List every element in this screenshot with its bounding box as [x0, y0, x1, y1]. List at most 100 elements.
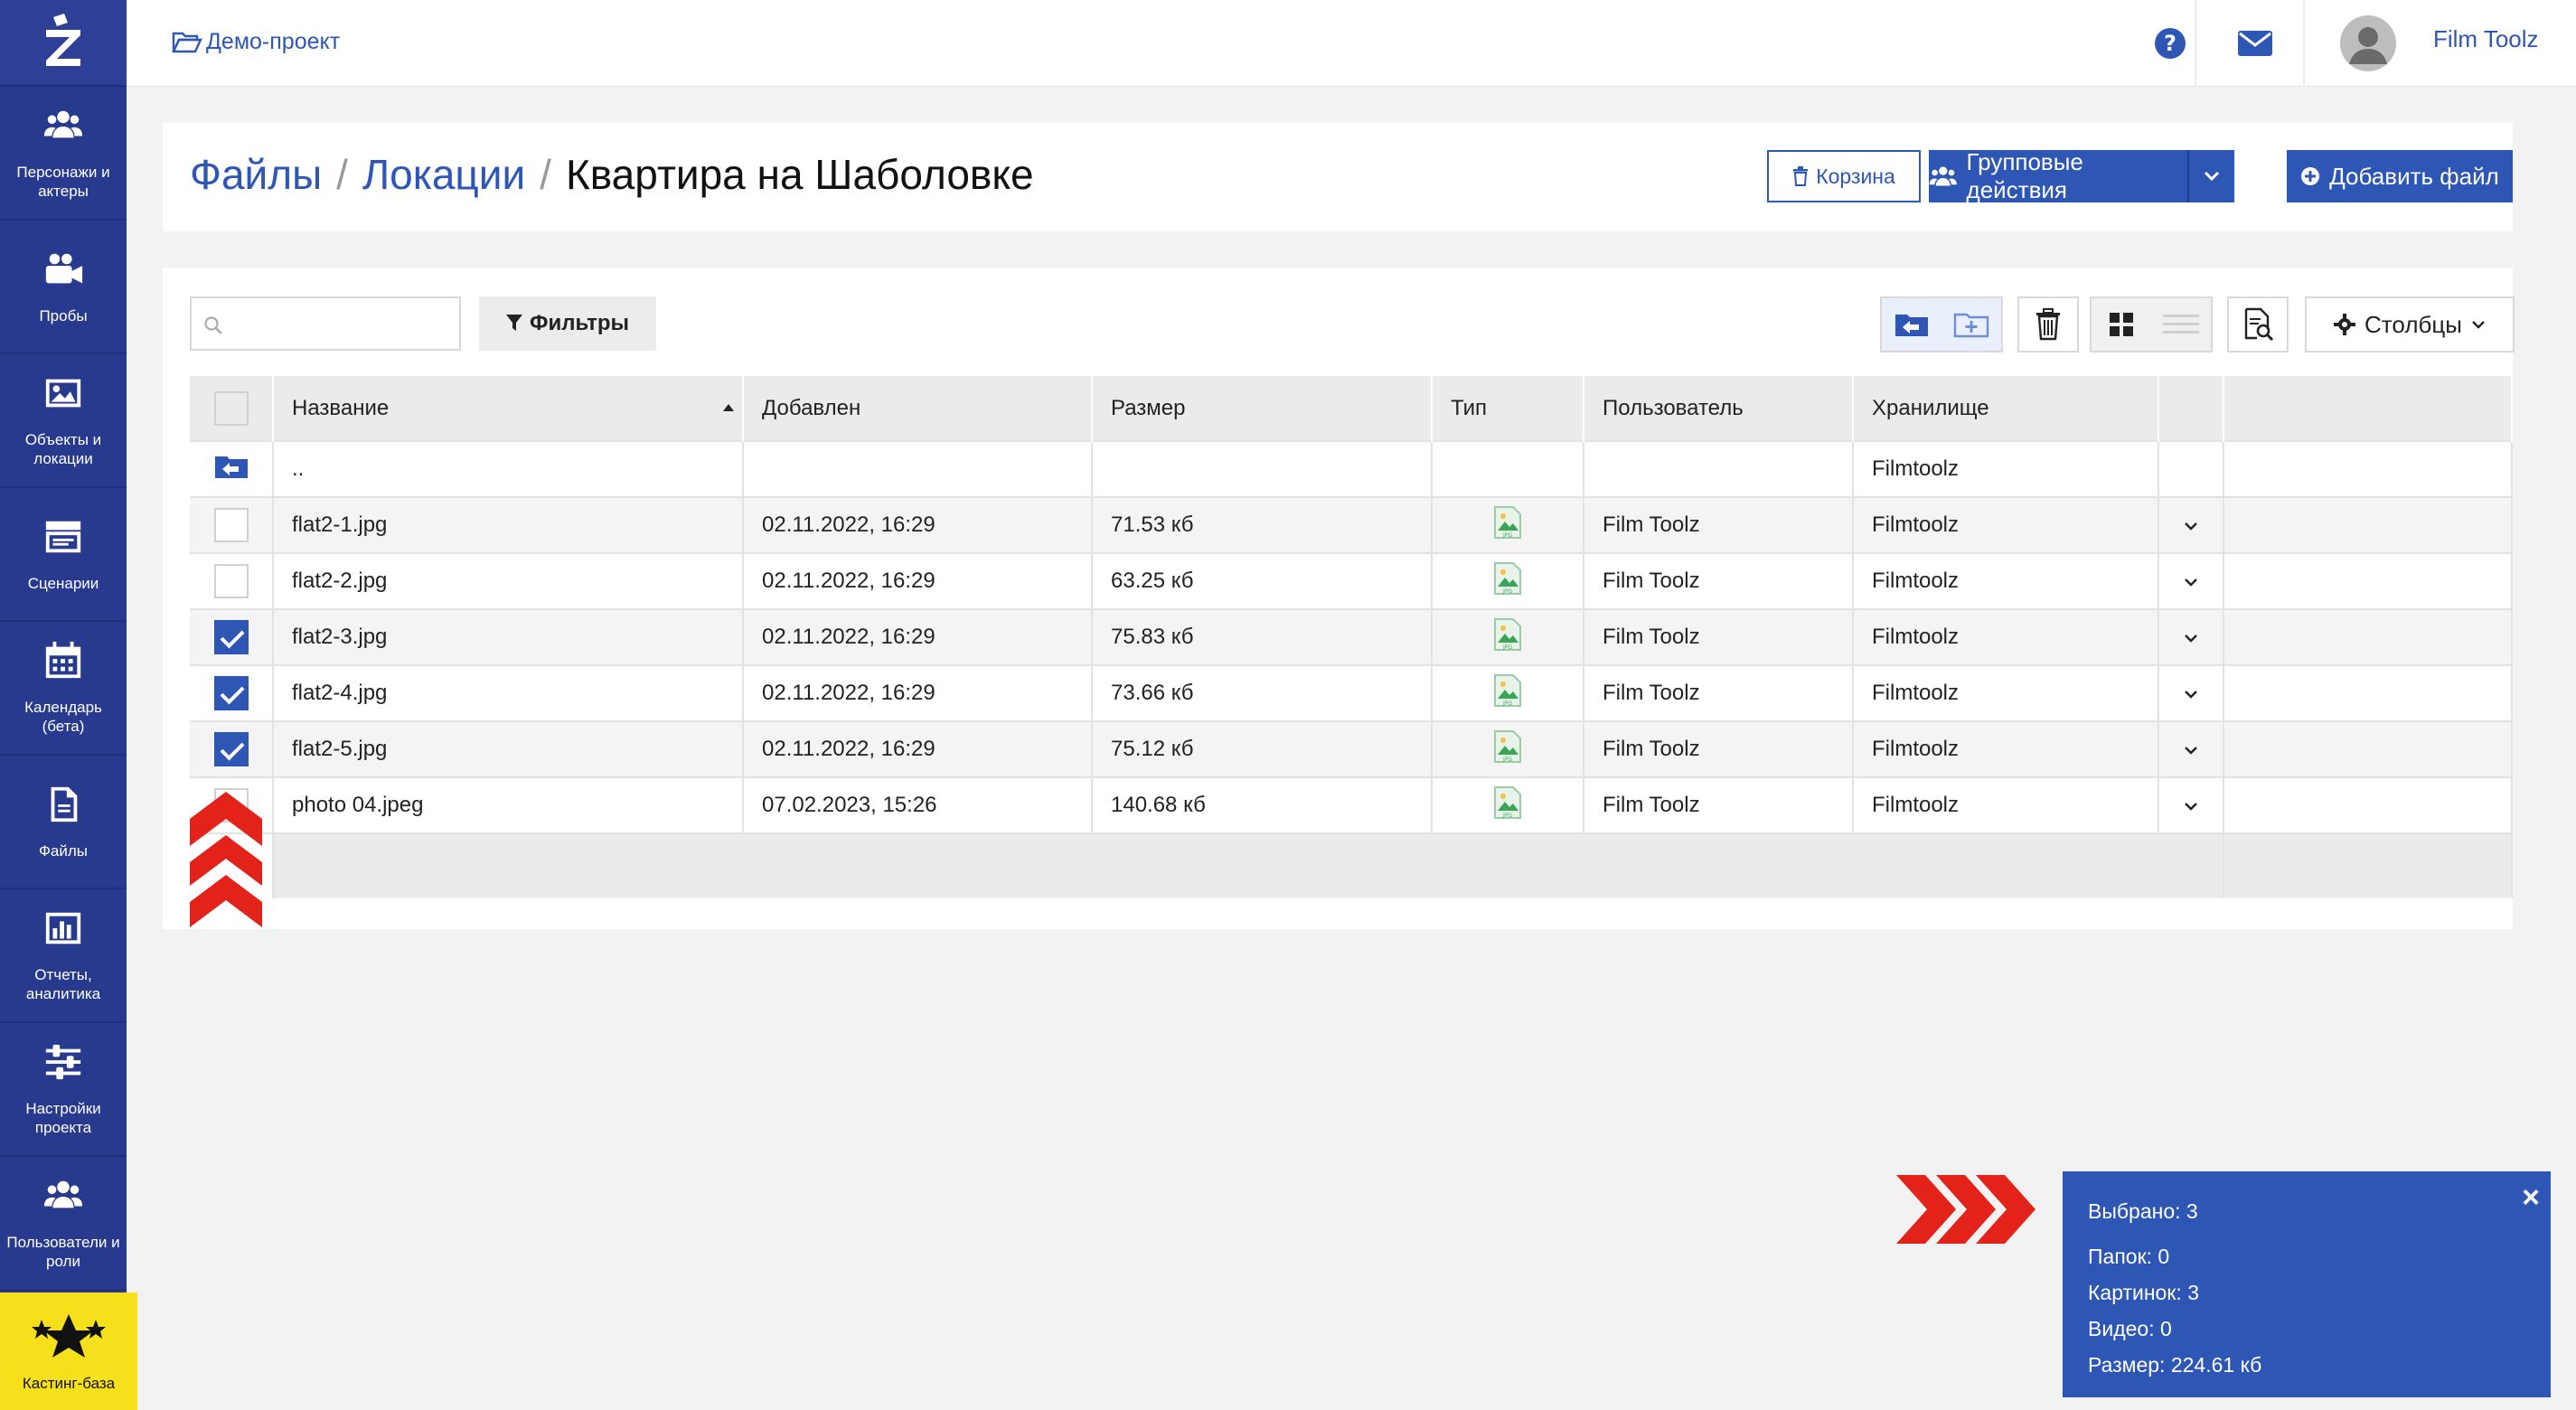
- table-row[interactable]: flat2-1.jpg 02.11.2022, 16:29 71.53 кб J…: [190, 496, 2513, 553]
- group-actions-button[interactable]: Групповые действия: [1929, 148, 2189, 203]
- group-actions-label: Групповые действия: [1966, 148, 2083, 203]
- new-folder-button[interactable]: [1941, 298, 2001, 351]
- svg-text:JPG: JPG: [1502, 700, 1512, 707]
- sidebar-item-label: Кастинг-база: [22, 1374, 116, 1392]
- table-row[interactable]: flat2-2.jpg 02.11.2022, 16:29 63.25 кб J…: [190, 552, 2513, 609]
- sidebar-item-settings[interactable]: Настройки проекта: [0, 1023, 127, 1157]
- file-storage: Filmtoolz: [1853, 776, 2159, 833]
- file-added: 02.11.2022, 16:29: [743, 664, 1093, 721]
- columns-button[interactable]: Столбцы: [2305, 296, 2515, 352]
- row-checkbox-checked[interactable]: [213, 732, 249, 766]
- folder-up-button[interactable]: [1882, 298, 1941, 351]
- sidebar-item-users-roles[interactable]: Пользователи и роли: [0, 1157, 127, 1291]
- app-logo[interactable]: [0, 0, 127, 87]
- sidebar-item-locations[interactable]: Объекты и локации: [0, 354, 127, 488]
- parent-folder-row[interactable]: .. Filmtoolz: [190, 440, 2513, 497]
- table-row[interactable]: flat2-4.jpg 02.11.2022, 16:29 73.66 кб J…: [190, 664, 2513, 721]
- table-row[interactable]: flat2-5.jpg 02.11.2022, 16:29 75.12 кб J…: [190, 720, 2513, 777]
- add-file-button[interactable]: Добавить файл: [2287, 150, 2513, 202]
- sidebar-item-files[interactable]: Файлы: [0, 756, 127, 889]
- table-row[interactable]: photo 04.jpeg 07.02.2023, 15:26 140.68 к…: [190, 776, 2513, 833]
- avatar[interactable]: [2332, 0, 2404, 87]
- sidebar-item-casting[interactable]: Кастинг-база: [0, 1292, 137, 1410]
- trash-button[interactable]: Корзина: [1767, 150, 1921, 202]
- chevron-down-icon: [2472, 321, 2485, 329]
- breadcrumb: Файлы / Локации / Квартира на Шаболовке: [190, 150, 1034, 199]
- images-count: Картинок: 3: [2088, 1281, 2199, 1304]
- column-header-storage[interactable]: Хранилище: [1853, 376, 2159, 441]
- file-name[interactable]: flat2-1.jpg: [273, 496, 744, 553]
- grid-view-button[interactable]: [2092, 298, 2151, 351]
- row-checkbox[interactable]: [213, 564, 249, 598]
- messages-button[interactable]: [2205, 0, 2305, 87]
- list-view-button[interactable]: [2151, 298, 2211, 351]
- row-expand-button[interactable]: [2158, 552, 2224, 609]
- avatar-icon: [2340, 15, 2396, 71]
- breadcrumb-locations[interactable]: Локации: [362, 150, 525, 199]
- parent-folder-name[interactable]: ..: [273, 440, 744, 497]
- column-header-type[interactable]: Тип: [1432, 376, 1584, 441]
- delete-button[interactable]: [2017, 296, 2079, 352]
- chevron-down-icon: [2185, 578, 2197, 587]
- select-all-cell: [190, 376, 274, 441]
- file-name[interactable]: flat2-4.jpg: [273, 664, 744, 721]
- file-name[interactable]: flat2-2.jpg: [273, 552, 744, 609]
- preview-button[interactable]: [2227, 296, 2289, 352]
- search-box[interactable]: [190, 296, 461, 351]
- sidebar-item-label: Настройки проекта: [25, 1100, 101, 1136]
- sidebar: Персонажи и актеры Пробы Объекты и локац…: [0, 0, 127, 1410]
- topbar: Демо-проект ? Film Toolz: [127, 0, 2576, 87]
- close-icon[interactable]: ×: [2522, 1180, 2540, 1216]
- chevron-down-icon: [2185, 803, 2197, 811]
- sidebar-item-reports[interactable]: Отчеты, аналитика: [0, 889, 127, 1023]
- help-icon: ?: [2155, 28, 2186, 59]
- file-size: 140.68 кб: [1092, 776, 1433, 833]
- column-header-added[interactable]: Добавлен: [743, 376, 1093, 441]
- filters-label: Фильтры: [529, 311, 630, 335]
- folder-up-icon[interactable]: [213, 453, 249, 480]
- folder-open-icon: [172, 32, 202, 52]
- search-input[interactable]: [231, 306, 448, 342]
- file-added: 02.11.2022, 16:29: [743, 608, 1093, 665]
- row-expand-button[interactable]: [2158, 664, 2224, 721]
- sidebar-item-calendar[interactable]: Календарь (бета): [0, 622, 127, 756]
- column-header-user[interactable]: Пользователь: [1584, 376, 1854, 441]
- group-actions-caret[interactable]: [2189, 171, 2234, 182]
- row-expand-button[interactable]: [2158, 776, 2224, 833]
- column-header-actions: [2158, 376, 2224, 441]
- selected-size: Размер: 224.61 кб: [2088, 1353, 2262, 1377]
- user-name[interactable]: Film Toolz: [2433, 25, 2539, 53]
- envelope-icon: [2238, 31, 2272, 56]
- jpg-file-icon: JPG: [1494, 729, 1521, 763]
- jpg-file-icon: JPG: [1494, 673, 1521, 707]
- file-added: 02.11.2022, 16:29: [743, 720, 1093, 777]
- chevron-down-icon: [2185, 634, 2197, 643]
- parent-folder-cell: [190, 440, 274, 497]
- filters-button[interactable]: Фильтры: [479, 296, 656, 351]
- column-header-name[interactable]: Название: [273, 376, 744, 441]
- row-expand-button[interactable]: [2158, 720, 2224, 777]
- row-expand-button[interactable]: [2158, 608, 2224, 665]
- folder-up-icon: [1895, 315, 1928, 336]
- breadcrumb-files[interactable]: Файлы: [190, 150, 322, 199]
- row-checkbox-checked[interactable]: [213, 676, 249, 710]
- file-size: 75.83 кб: [1092, 608, 1433, 665]
- row-checkbox[interactable]: [213, 508, 249, 542]
- file-name[interactable]: photo 04.jpeg: [273, 776, 744, 833]
- file-name[interactable]: flat2-5.jpg: [273, 720, 744, 777]
- file-name[interactable]: flat2-3.jpg: [273, 608, 744, 665]
- sidebar-item-characters[interactable]: Персонажи и актеры: [0, 87, 127, 221]
- column-header-size[interactable]: Размер: [1092, 376, 1433, 441]
- sidebar-item-scripts[interactable]: Сценарии: [0, 488, 127, 622]
- sidebar-item-auditions[interactable]: Пробы: [0, 221, 127, 354]
- sliders-icon: [45, 1044, 81, 1080]
- stars-icon: [32, 1313, 106, 1358]
- table-row[interactable]: flat2-3.jpg 02.11.2022, 16:29 75.83 кб J…: [190, 608, 2513, 665]
- file-added: 02.11.2022, 16:29: [743, 552, 1093, 609]
- row-expand-button[interactable]: [2158, 496, 2224, 553]
- svg-text:JPG: JPG: [1502, 588, 1512, 595]
- group-actions-dropdown[interactable]: Групповые действия: [1929, 148, 2234, 203]
- project-link[interactable]: Демо-проект: [172, 29, 340, 55]
- row-checkbox-checked[interactable]: [213, 620, 249, 654]
- select-all-checkbox[interactable]: [213, 390, 249, 426]
